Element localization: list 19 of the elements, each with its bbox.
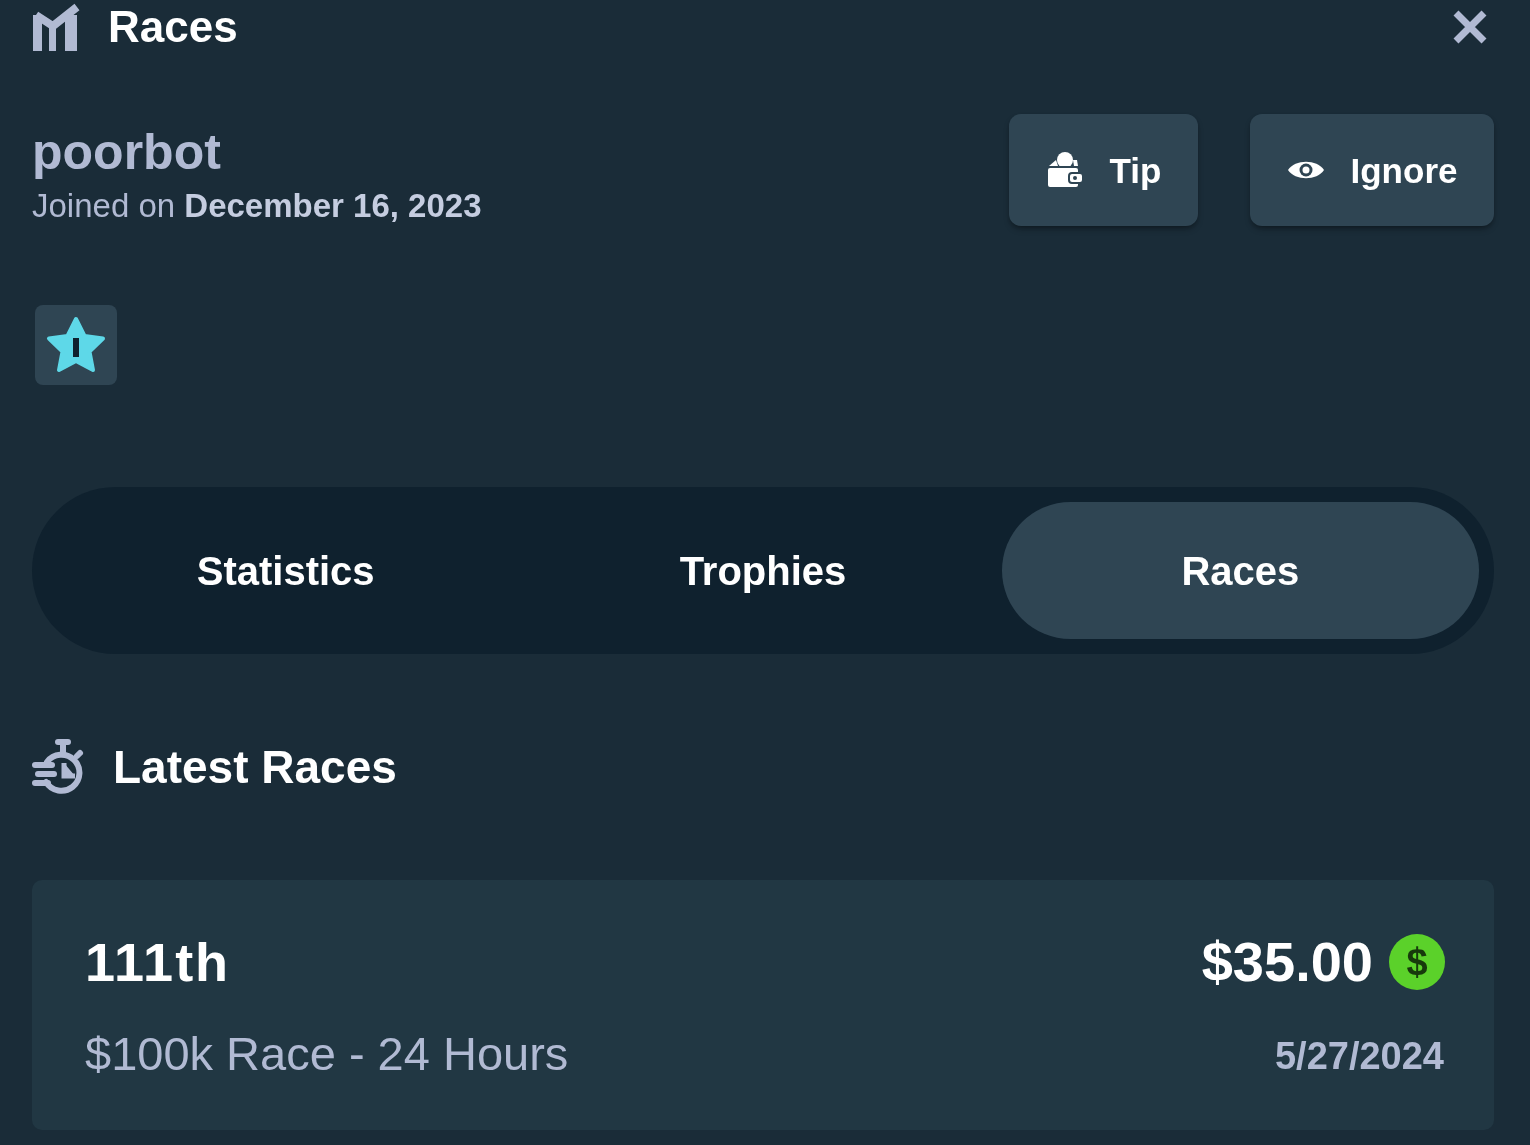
star-badge-icon bbox=[35, 305, 117, 385]
tip-button[interactable]: Tip bbox=[1009, 114, 1198, 226]
wallet-coin-icon bbox=[1045, 151, 1084, 189]
race-name: $100k Race - 24 Hours bbox=[85, 1029, 569, 1077]
header-title: Races bbox=[108, 5, 238, 49]
section-title: Latest Races bbox=[113, 743, 397, 790]
close-icon[interactable] bbox=[1452, 9, 1488, 45]
tab[interactable]: Statistics bbox=[47, 502, 525, 639]
currency-coin: $ bbox=[1389, 934, 1445, 990]
ignore-button[interactable]: Ignore bbox=[1250, 114, 1494, 226]
tab[interactable]: Trophies bbox=[524, 502, 1002, 639]
tab[interactable]: Races bbox=[1001, 502, 1479, 639]
stopwatch-icon bbox=[32, 738, 86, 795]
bar-chart-logo-icon bbox=[33, 3, 81, 51]
race-place: 111th bbox=[85, 935, 231, 989]
race-date: 5/27/2024 bbox=[1274, 1037, 1444, 1075]
joined-date-text: Joined on December 16, 2023 bbox=[32, 186, 482, 226]
prize-amount: $35.00 bbox=[1201, 934, 1373, 990]
username: poorbot bbox=[32, 124, 221, 180]
